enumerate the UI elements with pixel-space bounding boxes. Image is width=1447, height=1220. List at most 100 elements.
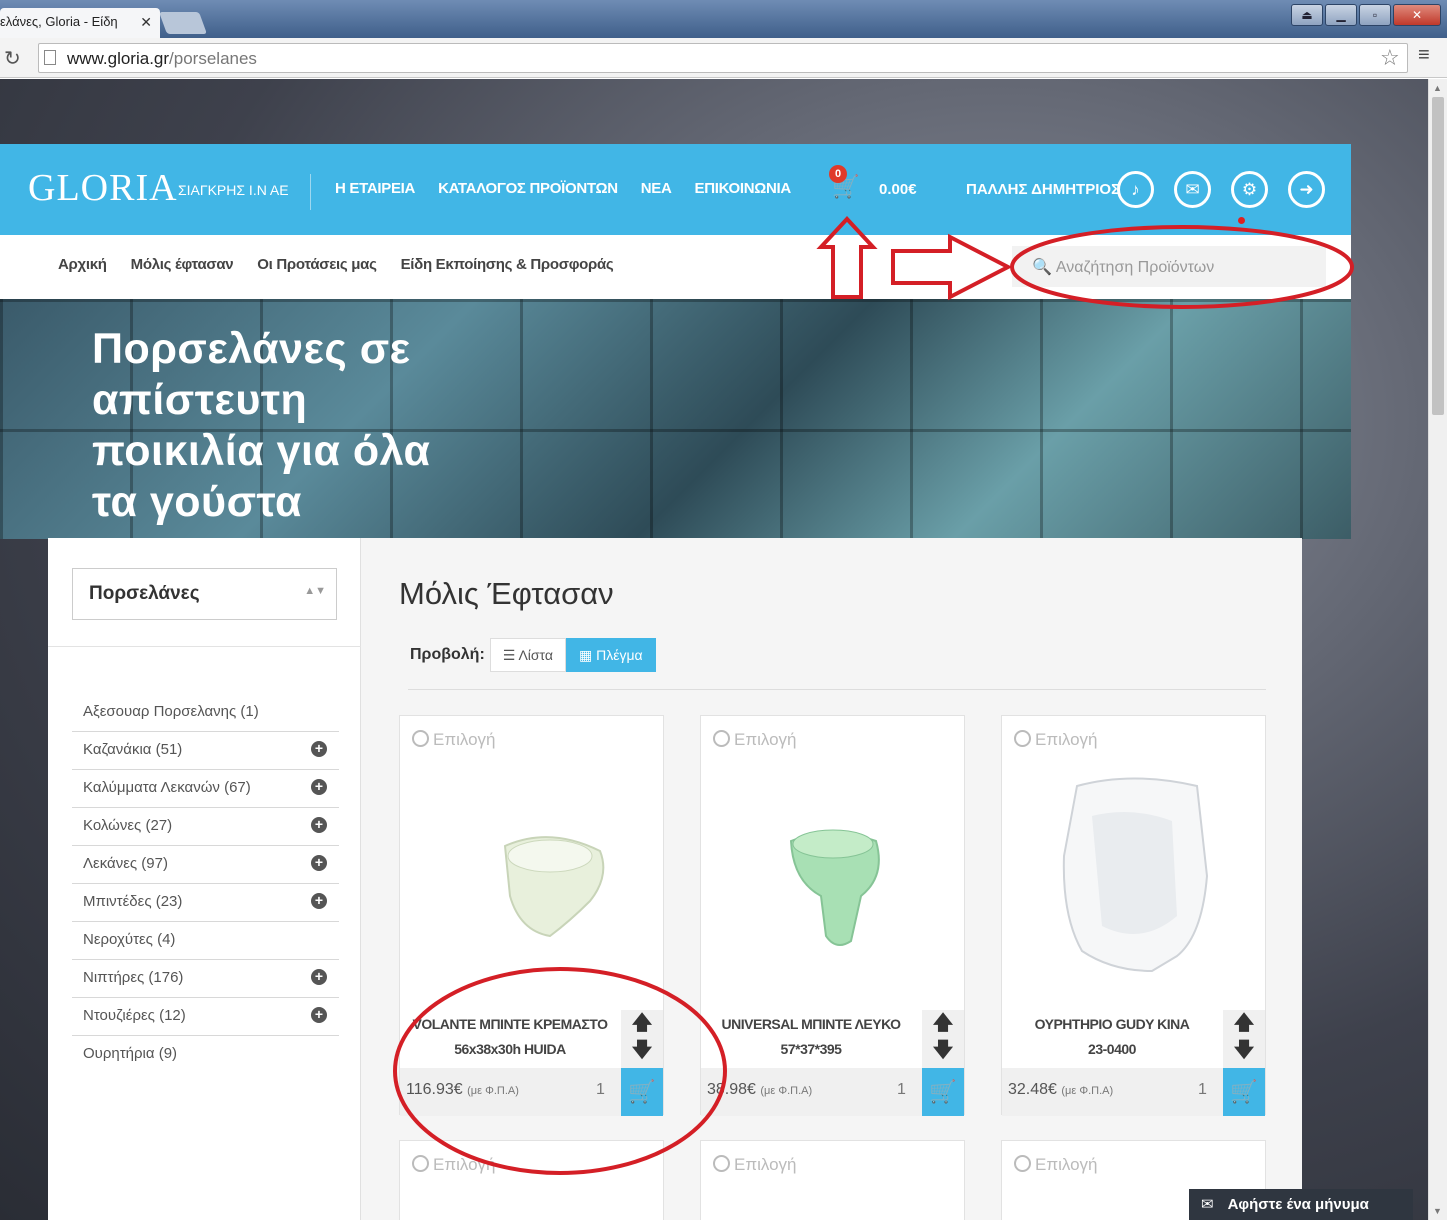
select-option[interactable]: Επιλογή <box>412 730 496 750</box>
view-list-label: Λίστα <box>518 647 553 663</box>
search-input[interactable]: 🔍 Αναζήτηση Προϊόντων <box>1012 246 1326 287</box>
radio-icon <box>713 1155 730 1172</box>
quantity-field[interactable]: 1 <box>596 1081 605 1099</box>
quantity-field[interactable]: 1 <box>1198 1081 1207 1099</box>
minimize-button[interactable]: ▁ <box>1325 4 1357 26</box>
expand-plus-icon[interactable]: + <box>311 893 327 909</box>
arrow-down-icon[interactable]: 🡇 <box>1223 1037 1265 1064</box>
secondary-nav-bar: Αρχική Μόλις έφτασαν Οι Προτάσεις μας Εί… <box>0 235 1351 299</box>
select-option[interactable]: Επιλογή <box>412 1155 496 1175</box>
category-item[interactable]: Αξεσουαρ Πορσελανης (1) <box>72 694 339 732</box>
category-item[interactable]: Κολώνες (27) + <box>72 808 339 846</box>
scroll-thumb[interactable] <box>1432 97 1444 415</box>
expand-plus-icon[interactable]: + <box>311 855 327 871</box>
expand-plus-icon[interactable]: + <box>311 969 327 985</box>
add-to-cart-button[interactable]: 🛒 <box>922 1068 964 1116</box>
cart-total[interactable]: 0.00€ <box>879 181 917 198</box>
window-extra-button[interactable]: ⏏ <box>1291 4 1323 26</box>
product-price: 38.98€ <box>707 1081 756 1098</box>
main-nav: Η ΕΤΑΙΡΕΙΑ ΚΑΤΑΛΟΓΟΣ ΠΡΟΪΟΝΤΩΝ ΝΕΑ ΕΠΙΚΟ… <box>335 180 791 197</box>
category-item[interactable]: Ουρητήρια (9) <box>72 1036 339 1074</box>
expand-plus-icon[interactable]: + <box>311 741 327 757</box>
nav-catalog[interactable]: ΚΑΤΑΛΟΓΟΣ ΠΡΟΪΟΝΤΩΝ <box>438 180 618 197</box>
window-controls: ⏏ ▁ ▫ ✕ <box>1291 4 1441 26</box>
tab-close-icon[interactable]: ✕ <box>140 14 152 31</box>
expand-plus-icon[interactable]: + <box>311 779 327 795</box>
product-price: 116.93€ <box>406 1081 463 1098</box>
site-logo[interactable]: GLORIA <box>28 166 178 210</box>
close-window-button[interactable]: ✕ <box>1393 4 1441 26</box>
subnav-offers[interactable]: Είδη Εκποίησης & Προσφοράς <box>401 256 614 273</box>
url-field[interactable]: www.gloria.gr/porselanes <box>38 43 1408 73</box>
company-name: ΣΙΑΓΚΡΗΣ Ι.Ν ΑΕ <box>178 182 289 198</box>
view-list-button[interactable]: ☰ Λίστα <box>489 638 566 672</box>
arrow-up-icon[interactable]: 🡅 <box>922 1010 964 1037</box>
chat-widget[interactable]: ✉ Αφήστε ένα μήνυμα <box>1189 1189 1413 1220</box>
product-name[interactable]: VOLANTE ΜΠΙΝΤΕ ΚΡΕΜΑΣΤΟ 56x38x30h HUIDA <box>400 1010 620 1068</box>
product-image-bidet-floor[interactable] <box>701 766 964 1016</box>
url-host: www.gloria.gr <box>67 49 170 68</box>
product-name[interactable]: UNIVERSAL ΜΠΙΝΤΕ ΛΕΥΚΟ 57*37*395 <box>701 1010 921 1068</box>
radio-icon <box>412 730 429 747</box>
browser-menu-icon[interactable]: ≡ <box>1418 44 1430 67</box>
browser-tab[interactable]: ελάνες, Gloria - Είδη ✕ <box>0 8 160 38</box>
price-row: 38.98€ (με Φ.Π.Α) 1 <box>701 1068 922 1116</box>
category-item[interactable]: Νιπτήρες (176) + <box>72 960 339 998</box>
add-to-cart-button[interactable]: 🛒 <box>621 1068 663 1116</box>
category-item[interactable]: Καλύμματα Λεκανών (67) + <box>72 770 339 808</box>
expand-plus-icon[interactable]: + <box>311 817 327 833</box>
nav-company[interactable]: Η ΕΤΑΙΡΕΙΑ <box>335 180 415 197</box>
vat-label: (με Φ.Π.Α) <box>760 1085 813 1097</box>
view-grid-button[interactable]: ▦ Πλέγμα <box>565 638 656 672</box>
subnav-suggestions[interactable]: Οι Προτάσεις μας <box>257 256 377 273</box>
select-option[interactable]: Επιλογή <box>1014 730 1098 750</box>
new-tab-button[interactable] <box>158 12 208 34</box>
select-option[interactable]: Επιλογή <box>713 730 797 750</box>
category-label: Καζανάκια (51) <box>83 741 183 758</box>
select-label: Επιλογή <box>1035 1155 1098 1174</box>
category-item[interactable]: Νεροχύτες (4) <box>72 922 339 960</box>
quantity-field[interactable]: 1 <box>897 1081 906 1099</box>
scroll-down-icon[interactable]: ▼ <box>1433 1206 1442 1216</box>
product-name-line1: VOLANTE ΜΠΙΝΤΕ ΚΡΕΜΑΣΤΟ <box>412 1016 608 1032</box>
product-name[interactable]: ΟΥΡΗΤΗΡΙΟ GUDY KINA 23-0400 <box>1002 1010 1222 1068</box>
category-item[interactable]: Μπιντέδες (23) + <box>72 884 339 922</box>
product-image-urinal[interactable] <box>1002 766 1265 1016</box>
select-option[interactable]: Επιλογή <box>1014 1155 1098 1175</box>
user-name[interactable]: ΠΑΛΛΗΣ ΔΗΜΗΤΡΙΟΣ <box>966 181 1120 198</box>
arrow-down-icon[interactable]: 🡇 <box>621 1037 663 1064</box>
category-sidebar: Πορσελάνες ▲▼ Αξεσουαρ Πορσελανης (1) Καζ… <box>48 538 361 1220</box>
category-select[interactable]: Πορσελάνες ▲▼ <box>72 568 337 620</box>
vat-label: (με Φ.Π.Α) <box>1061 1085 1114 1097</box>
category-select-value: Πορσελάνες <box>89 583 200 604</box>
search-placeholder: Αναζήτηση Προϊόντων <box>1055 259 1215 276</box>
gear-icon[interactable]: ⚙ <box>1231 171 1268 208</box>
expand-plus-icon[interactable]: + <box>311 1007 327 1023</box>
product-card: Επιλογή <box>700 1140 965 1220</box>
envelope-icon[interactable]: ✉ <box>1174 171 1211 208</box>
category-item[interactable]: Καζανάκια (51) + <box>72 732 339 770</box>
page-scrollbar[interactable]: ▲ ▼ <box>1428 79 1447 1220</box>
nav-news[interactable]: ΝΕΑ <box>641 180 672 197</box>
product-name-line2: 57*37*395 <box>780 1041 842 1057</box>
bookmark-star-icon[interactable]: ☆ <box>1380 45 1400 71</box>
category-item[interactable]: Ντουζιέρες (12) + <box>72 998 339 1036</box>
category-item[interactable]: Λεκάνες (97) + <box>72 846 339 884</box>
arrow-up-icon[interactable]: 🡅 <box>1223 1010 1265 1037</box>
arrow-up-icon[interactable]: 🡅 <box>621 1010 663 1037</box>
hero-heading: Πορσελάνες σε απίστευτη ποικιλία για όλα… <box>92 325 431 526</box>
reload-icon[interactable]: ↻ <box>4 46 21 71</box>
arrow-down-icon[interactable]: 🡇 <box>922 1037 964 1064</box>
logout-icon[interactable]: ➜ <box>1288 171 1325 208</box>
nav-contact[interactable]: ΕΠΙΚΟΙΝΩΝΙΑ <box>695 180 792 197</box>
product-image-bidet-wall[interactable] <box>400 766 663 1016</box>
maximize-button[interactable]: ▫ <box>1359 4 1391 26</box>
add-to-cart-button[interactable]: 🛒 <box>1223 1068 1265 1116</box>
bell-icon[interactable]: ♪ <box>1117 171 1154 208</box>
subnav-just-arrived[interactable]: Μόλις έφτασαν <box>131 256 234 273</box>
scroll-up-icon[interactable]: ▲ <box>1433 83 1442 93</box>
address-bar: ↻ www.gloria.gr/porselanes ☆ ≡ <box>0 38 1447 78</box>
select-option[interactable]: Επιλογή <box>713 1155 797 1175</box>
subnav-home[interactable]: Αρχική <box>58 256 107 273</box>
select-label: Επιλογή <box>734 1155 797 1174</box>
